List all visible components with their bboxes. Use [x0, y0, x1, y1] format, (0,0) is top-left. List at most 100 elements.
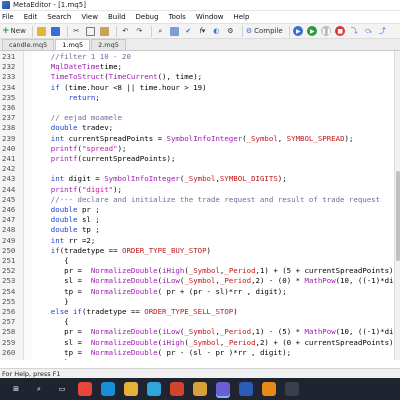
- chrome-icon[interactable]: [78, 382, 92, 396]
- code-line[interactable]: 256 else if(tradetype == ORDER_TYPE_SELL…: [0, 307, 400, 317]
- play-icon: ▶: [307, 26, 318, 36]
- undo-icon: ↶: [122, 27, 129, 35]
- code-text: TimeToStruct(TimeCurrent(), time);: [33, 72, 202, 82]
- line-number: 234: [2, 82, 16, 92]
- start-history-button[interactable]: ▶: [293, 25, 304, 37]
- vlc-icon[interactable]: [262, 382, 276, 396]
- cut-button[interactable]: ✂: [71, 25, 82, 37]
- new-button[interactable]: + New: [2, 25, 26, 37]
- navigate-button[interactable]: ◐: [211, 25, 222, 37]
- tools-button[interactable]: ⚙: [225, 25, 236, 37]
- code-line[interactable]: 259 sl = NormalizeDouble(iHigh(_Symbol,_…: [0, 338, 400, 348]
- tab-2-mq5[interactable]: 2.mq5: [91, 39, 126, 50]
- code-line[interactable]: 238 double tradev;: [0, 123, 400, 133]
- metaeditor-icon[interactable]: [216, 382, 230, 396]
- powerpoint-icon[interactable]: [170, 382, 184, 396]
- app-icon[interactable]: [285, 382, 299, 396]
- telegram-icon[interactable]: [147, 382, 161, 396]
- menu-tools[interactable]: Tools: [169, 13, 186, 21]
- redo-button[interactable]: ↷: [134, 25, 145, 37]
- menu-build[interactable]: Build: [108, 13, 126, 21]
- code-line[interactable]: 255 }: [0, 297, 400, 307]
- code-token: currentSpreadPoints =: [64, 133, 167, 143]
- code-line[interactable]: 234 if (time.hour <8 || time.hour > 19): [0, 83, 400, 93]
- compile-button[interactable]: ⚙ Compile: [246, 25, 283, 37]
- code-token: ,2) - (0) *: [251, 276, 305, 286]
- code-token: MathPow: [304, 327, 336, 337]
- code-line[interactable]: 261 }: [0, 358, 400, 360]
- menu-edit[interactable]: Edit: [24, 13, 38, 21]
- save-button[interactable]: [50, 25, 61, 37]
- menu-debug[interactable]: Debug: [136, 13, 159, 21]
- open-button[interactable]: [36, 25, 47, 37]
- line-number: 249: [2, 235, 16, 245]
- pause-button[interactable]: ❚❚: [321, 25, 332, 37]
- menu-file[interactable]: File: [2, 13, 14, 21]
- tab-1-mq5[interactable]: 1.mq5: [55, 39, 91, 50]
- line-number: 251: [2, 256, 16, 265]
- code-line[interactable]: 239 int currentSpreadPoints = SymbolInfo…: [0, 134, 400, 144]
- save-icon: [50, 26, 60, 36]
- step-out-button[interactable]: ⤴: [377, 25, 388, 37]
- code-line[interactable]: 240 printf("spread");: [0, 144, 400, 154]
- code-line[interactable]: 253 sl = NormalizeDouble(iLow(_Symbol,_P…: [0, 276, 400, 286]
- task-view-icon[interactable]: ▭: [55, 382, 69, 396]
- step-over-button[interactable]: ⤼: [363, 25, 374, 37]
- code-line[interactable]: 260 tp = NormalizeDouble( pr - (sl - pr …: [0, 348, 400, 358]
- code-token: ,2) + (0 + currentSpreadPoints): [255, 337, 394, 347]
- code-line[interactable]: 257 {: [0, 317, 400, 327]
- line-number: 242: [2, 164, 16, 174]
- code-line[interactable]: 235 return;: [0, 93, 400, 103]
- code-line[interactable]: 243 int digit = SymbolInfoInteger(_Symbo…: [0, 174, 400, 184]
- menu-view[interactable]: View: [81, 13, 98, 21]
- styler-button[interactable]: ✔: [183, 25, 194, 37]
- edge-icon[interactable]: [101, 382, 115, 396]
- step-into-button[interactable]: ⤵: [349, 25, 360, 37]
- code-line[interactable]: 233 TimeToStruct(TimeCurrent(), time);: [0, 72, 400, 82]
- explorer-icon[interactable]: [124, 382, 138, 396]
- find-button[interactable]: ⌕: [155, 25, 166, 37]
- toolbar: + New ✂ ↶ ↷ ⌕ ✔ f▾ ◐ ⚙ ⚙ Compile ▶ ▶ ❚❚ …: [0, 23, 400, 39]
- code-editor[interactable]: 231 //filter 1 10 - 20 232 MqlDateTimetim…: [0, 51, 400, 360]
- metatrader-icon[interactable]: [193, 382, 207, 396]
- code-token: (currentSpreadPoints);: [77, 154, 176, 163]
- code-line[interactable]: 236: [0, 103, 400, 113]
- code-line[interactable]: 258 pr = NormalizeDouble(iLow(_Symbol,_P…: [0, 327, 400, 337]
- code-line[interactable]: 244 printf("digit");: [0, 185, 400, 195]
- line-number: 257: [2, 317, 16, 327]
- start-button[interactable]: ▶: [307, 25, 318, 37]
- word-icon[interactable]: [239, 382, 253, 396]
- code-line[interactable]: 241 printf(currentSpreadPoints);: [0, 154, 400, 164]
- stop-button[interactable]: ■: [335, 25, 346, 37]
- code-line[interactable]: 250 if(tradetype == ORDER_TYPE_BUY_STOP): [0, 246, 400, 256]
- code-line[interactable]: 231 //filter 1 10 - 20: [0, 52, 400, 62]
- code-line[interactable]: 251 {: [0, 256, 400, 266]
- code-text: pr = NormalizeDouble(iLow(_Symbol,_Perio…: [33, 327, 398, 337]
- code-token: ,: [277, 133, 287, 143]
- menu-help[interactable]: Help: [233, 13, 249, 21]
- code-line[interactable]: 245 //--- declare and initialize the tra…: [0, 195, 400, 205]
- code-line[interactable]: 242: [0, 164, 400, 174]
- scrollbar-thumb[interactable]: [396, 171, 400, 261]
- code-line[interactable]: 248 double tp ;: [0, 225, 400, 235]
- code-line[interactable]: 247 double sl ;: [0, 215, 400, 225]
- code-line[interactable]: 254 tp = NormalizeDouble( pr + (pr - sl)…: [0, 287, 400, 297]
- menu-search[interactable]: Search: [47, 13, 71, 21]
- undo-button[interactable]: ↶: [120, 25, 131, 37]
- step-into-icon: ⤵: [350, 27, 358, 35]
- windows-icon[interactable]: ⊞: [9, 382, 23, 396]
- code-line[interactable]: 246 double pr ;: [0, 205, 400, 215]
- code-line[interactable]: 237 // eejad moamele: [0, 113, 400, 123]
- function-button[interactable]: f▾: [197, 25, 208, 37]
- copy-button[interactable]: [85, 25, 96, 37]
- code-line[interactable]: 232 MqlDateTimetime;: [0, 62, 400, 72]
- find-in-files-button[interactable]: [169, 25, 180, 37]
- code-text: if (time.hour <8 || time.hour > 19): [33, 83, 207, 93]
- menu-window[interactable]: Window: [196, 13, 224, 21]
- code-line[interactable]: 249 int rr =2;: [0, 236, 400, 246]
- vertical-scrollbar[interactable]: [394, 51, 400, 360]
- code-line[interactable]: 252 pr = NormalizeDouble(iHigh(_Symbol,_…: [0, 266, 400, 276]
- paste-button[interactable]: [99, 25, 110, 37]
- tab-candle[interactable]: candle.mq5: [2, 39, 55, 50]
- search-icon[interactable]: ⌕: [32, 382, 46, 396]
